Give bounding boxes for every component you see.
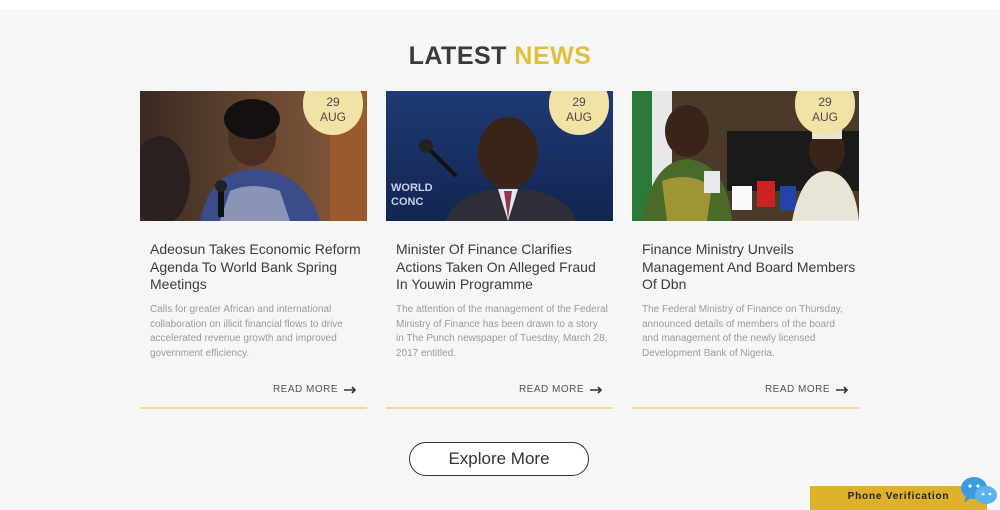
arrow-right-icon bbox=[590, 385, 603, 394]
news-excerpt: The Federal Ministry of Finance on Thurs… bbox=[642, 304, 843, 359]
date-day: 29 bbox=[572, 95, 586, 109]
news-card[interactable]: 29 AUG Finance Ministry Unveils Manageme… bbox=[632, 91, 859, 409]
read-more-label: READ MORE bbox=[272, 384, 338, 395]
news-card[interactable]: WORLD CONC 29 AUG Minister Of Finance Cl… bbox=[386, 91, 613, 409]
read-more-label: READ MORE bbox=[764, 384, 830, 395]
news-image[interactable]: 29 AUG bbox=[140, 91, 367, 221]
date-month: AUG bbox=[811, 110, 838, 124]
read-more-label: READ MORE bbox=[518, 384, 584, 395]
svg-text:CONC: CONC bbox=[391, 196, 423, 208]
svg-text:WORLD: WORLD bbox=[391, 182, 433, 194]
arrow-right-icon bbox=[344, 385, 357, 394]
date-day: 29 bbox=[326, 95, 340, 109]
section-title-part1: LATEST bbox=[408, 42, 507, 70]
read-more-link[interactable]: READ MORE bbox=[765, 384, 849, 395]
arrow-right-icon bbox=[836, 385, 849, 394]
section-title: LATEST NEWS bbox=[0, 42, 1000, 71]
card-underline bbox=[140, 407, 367, 409]
news-title[interactable]: Minister Of Finance Clarifies Actions Ta… bbox=[396, 241, 611, 294]
news-excerpt: The attention of the management of the F… bbox=[396, 304, 608, 359]
date-month: AUG bbox=[319, 110, 346, 124]
read-more-link[interactable]: READ MORE bbox=[273, 384, 357, 395]
card-underline bbox=[632, 407, 859, 409]
news-excerpt: Calls for greater African and internatio… bbox=[150, 304, 343, 359]
explore-more-button[interactable]: Explore More bbox=[409, 442, 589, 476]
date-day: 29 bbox=[818, 95, 832, 109]
news-image[interactable]: 29 AUG bbox=[632, 91, 859, 221]
news-card[interactable]: 29 AUG Adeosun Takes Economic Reform Age… bbox=[140, 91, 367, 409]
read-more-link[interactable]: READ MORE bbox=[519, 384, 603, 395]
top-strip bbox=[0, 0, 1000, 10]
section-title-part2: NEWS bbox=[514, 42, 592, 70]
news-image[interactable]: WORLD CONC 29 AUG bbox=[386, 91, 613, 221]
news-title[interactable]: Adeosun Takes Economic Reform Agenda To … bbox=[150, 241, 365, 294]
chat-bubbles-icon[interactable] bbox=[960, 476, 998, 506]
news-title[interactable]: Finance Ministry Unveils Management And … bbox=[642, 241, 857, 294]
date-month: AUG bbox=[565, 110, 592, 124]
card-underline bbox=[386, 407, 613, 409]
